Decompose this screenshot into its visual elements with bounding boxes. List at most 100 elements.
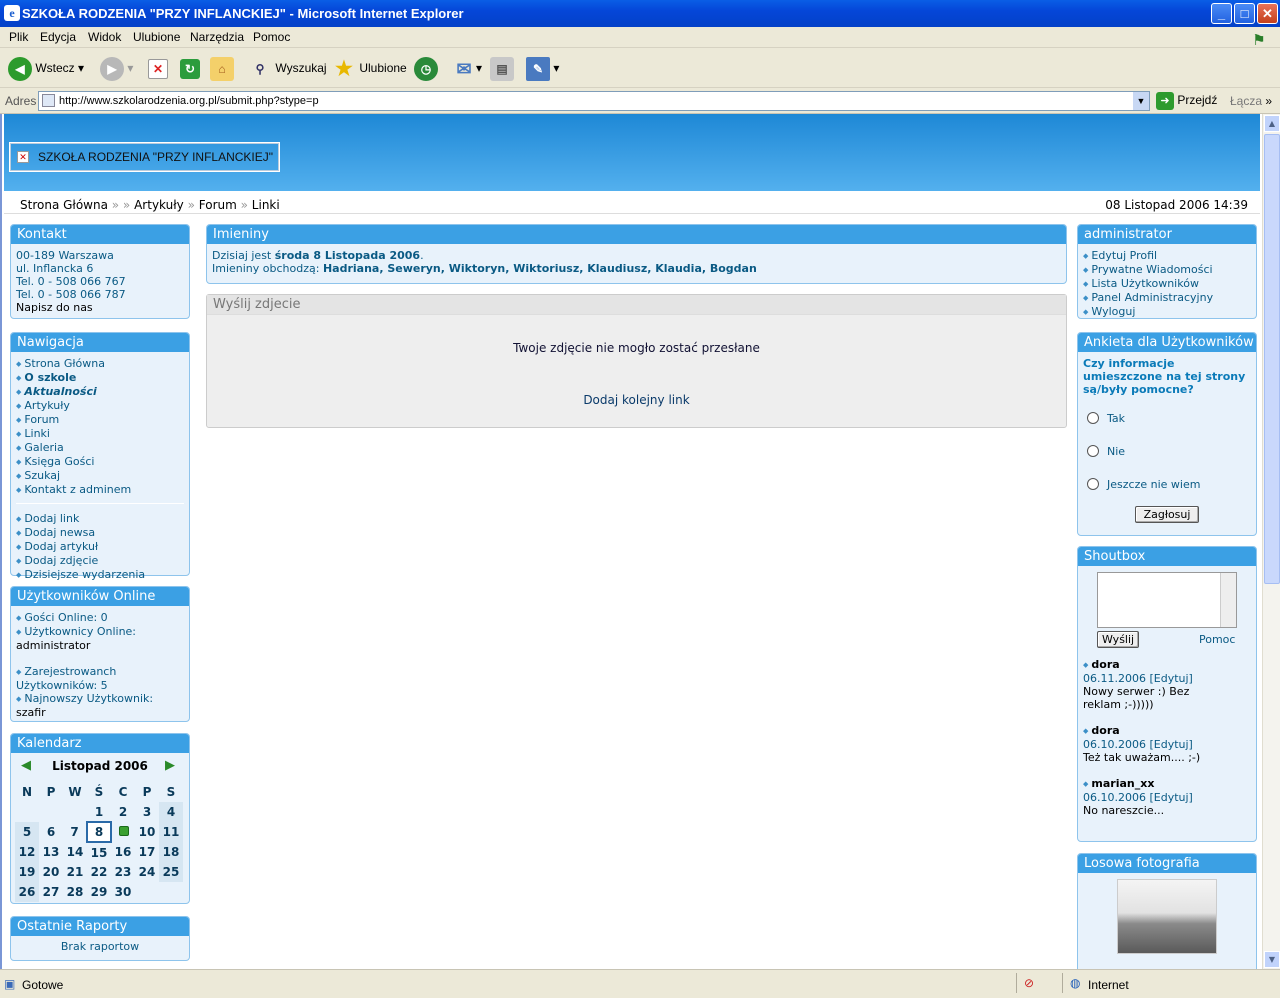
breadcrumb-articles[interactable]: Artykuły (134, 198, 184, 212)
nav-item-add-photo[interactable]: Dodaj zdjęcie (16, 554, 184, 568)
refresh-button[interactable]: ↻ (180, 56, 200, 80)
calendar-day[interactable]: 7 (63, 822, 87, 842)
nav-item-forum[interactable]: Forum (16, 413, 184, 427)
calendar-day[interactable]: 1 (87, 802, 111, 822)
nav-item-links[interactable]: Linki (16, 427, 184, 441)
calendar-day[interactable]: 29 (87, 882, 111, 902)
nav-item-home[interactable]: Strona Główna (16, 357, 184, 371)
poll-option[interactable]: Nie (1083, 445, 1251, 458)
calendar-day[interactable]: 3 (135, 802, 159, 822)
mail-button[interactable]: ✉ ▾ (452, 56, 482, 80)
favorites-button[interactable]: ★ Ulubione (332, 56, 407, 80)
scroll-up-arrow-icon[interactable]: ▲ (1264, 115, 1280, 132)
admin-panel-link[interactable]: Panel Administracyjny (1083, 291, 1251, 305)
nav-item-articles[interactable]: Artykuły (16, 399, 184, 413)
calendar-day[interactable]: 18 (159, 842, 183, 862)
radio-button[interactable] (1087, 478, 1099, 490)
forward-button[interactable]: ▶ ▾ (100, 56, 133, 81)
back-button[interactable]: ◀ Wstecz ▾ (8, 56, 84, 81)
links-button[interactable]: Łącza » (1230, 94, 1272, 108)
stop-button[interactable]: ✕ (148, 56, 168, 80)
calendar-day-today[interactable]: 8 (86, 821, 112, 843)
maximize-button[interactable]: □ (1234, 3, 1255, 24)
shout-edit-link[interactable]: [Edytuj] (1149, 738, 1192, 751)
calendar-day[interactable]: 24 (135, 862, 159, 882)
calendar-day[interactable]: 28 (63, 882, 87, 902)
shout-author[interactable]: dora (1083, 658, 1251, 672)
scroll-thumb[interactable] (1264, 134, 1280, 584)
admin-private-messages[interactable]: Prywatne Wiadomości (1083, 263, 1251, 277)
poll-option[interactable]: Jeszcze nie wiem (1083, 478, 1251, 491)
close-button[interactable]: ✕ (1257, 3, 1278, 24)
newest-user-link[interactable]: szafir (16, 706, 184, 719)
calendar-day[interactable]: 10 (135, 822, 159, 842)
radio-button[interactable] (1087, 412, 1099, 424)
address-input[interactable]: http://www.szkolarodzenia.org.pl/submit.… (38, 91, 1150, 111)
nav-item-gallery[interactable]: Galeria (16, 441, 184, 455)
vote-button[interactable]: Zagłosuj (1134, 506, 1200, 523)
online-user-link[interactable]: administrator (16, 639, 184, 652)
admin-user-list[interactable]: Lista Użytkowników (1083, 277, 1251, 291)
edit-button[interactable]: ✎ ▾ (526, 56, 559, 81)
calendar-day[interactable]: 25 (159, 862, 183, 882)
shoutbox-textarea[interactable] (1097, 572, 1237, 628)
search-button[interactable]: ⚲ Wyszukaj (248, 56, 327, 80)
calendar-day[interactable]: 6 (39, 822, 63, 842)
calendar-day[interactable]: 11 (159, 822, 183, 842)
print-button[interactable]: ▤ (490, 56, 514, 81)
radio-button[interactable] (1087, 445, 1099, 457)
menu-view[interactable]: Widok (88, 30, 121, 44)
add-another-link[interactable]: Dodaj kolejny link (207, 393, 1066, 407)
menu-file[interactable]: Plik (9, 30, 28, 44)
menu-edit[interactable]: Edycja (40, 30, 76, 44)
admin-logout[interactable]: Wyloguj (1083, 305, 1251, 319)
calendar-day[interactable]: 22 (87, 862, 111, 882)
nav-item-add-article[interactable]: Dodaj artykuł (16, 540, 184, 554)
calendar-day[interactable]: 17 (135, 842, 159, 862)
shout-edit-link[interactable]: [Edytuj] (1149, 672, 1192, 685)
calendar-day[interactable]: 15 (87, 842, 111, 862)
menu-help[interactable]: Pomoc (253, 30, 290, 44)
nav-item-news[interactable]: Aktualności (16, 385, 184, 399)
textarea-scrollbar[interactable] (1220, 573, 1236, 627)
shoutbox-help-link[interactable]: Pomoc (1199, 633, 1235, 646)
nav-item-search[interactable]: Szukaj (16, 469, 184, 483)
breadcrumb-links[interactable]: Linki (252, 198, 280, 212)
calendar-day[interactable]: 26 (15, 882, 39, 902)
poll-option[interactable]: Tak (1083, 412, 1251, 425)
shoutbox-send-button[interactable]: Wyślij (1097, 631, 1140, 648)
nav-item-contact-admin[interactable]: Kontakt z adminem (16, 483, 184, 497)
scroll-down-arrow-icon[interactable]: ▼ (1264, 951, 1280, 968)
shout-edit-link[interactable]: [Edytuj] (1149, 791, 1192, 804)
breadcrumb-home[interactable]: Strona Główna (20, 198, 108, 212)
site-logo-broken-image[interactable]: ✕ SZKOŁA RODZENIA "PRZY INFLANCKIEJ" (9, 142, 281, 172)
home-button[interactable]: ⌂ (210, 56, 234, 81)
shout-author[interactable]: marian_xx (1083, 777, 1251, 791)
breadcrumb-forum[interactable]: Forum (199, 198, 237, 212)
nav-item-today-events[interactable]: Dzisiejsze wydarzenia (16, 568, 184, 582)
history-button[interactable]: ◷ (414, 56, 438, 81)
calendar-day[interactable]: 21 (63, 862, 87, 882)
calendar-day[interactable]: 27 (39, 882, 63, 902)
calendar-day[interactable]: 13 (39, 842, 63, 862)
calendar-day[interactable]: 23 (111, 862, 135, 882)
calendar-day[interactable]: 4 (159, 802, 183, 822)
calendar-day[interactable]: 5 (15, 822, 39, 842)
vertical-scrollbar[interactable]: ▲ ▼ (1262, 114, 1280, 969)
admin-edit-profile[interactable]: Edytuj Profil (1083, 249, 1251, 263)
contact-mail-link[interactable]: Napisz do nas (16, 301, 184, 314)
menu-favorites[interactable]: Ulubione (133, 30, 180, 44)
calendar-day[interactable]: 12 (15, 842, 39, 862)
nav-item-add-news[interactable]: Dodaj newsa (16, 526, 184, 540)
calendar-day[interactable]: 30 (111, 882, 135, 902)
calendar-day[interactable]: 19 (15, 862, 39, 882)
nav-item-guestbook[interactable]: Księga Gości (16, 455, 184, 469)
nav-item-about[interactable]: O szkole (16, 371, 184, 385)
calendar-day[interactable]: 2 (111, 802, 135, 822)
random-photo-image[interactable] (1117, 879, 1217, 954)
shout-author[interactable]: dora (1083, 724, 1251, 738)
calendar-day[interactable]: 14 (63, 842, 87, 862)
calendar-day[interactable]: 20 (39, 862, 63, 882)
minimize-button[interactable]: _ (1211, 3, 1232, 24)
go-button[interactable]: ➜ Przejdź (1156, 92, 1217, 110)
